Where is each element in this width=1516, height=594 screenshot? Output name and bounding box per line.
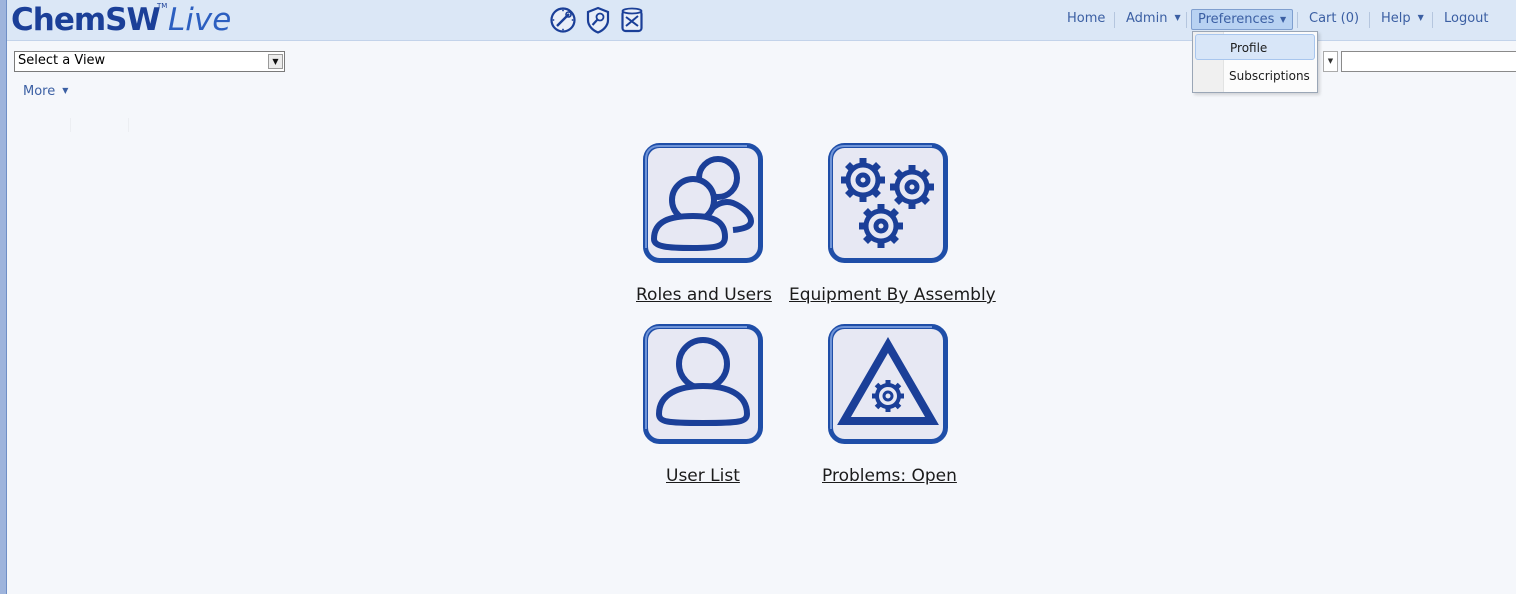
search-type-dropdown[interactable]: ▼ [1323,51,1338,72]
menu-item-profile-label: Profile [1230,41,1268,55]
nav-divider [1432,12,1433,28]
compass-wrench-icon[interactable] [550,6,576,34]
chevron-down-icon: ▼ [1417,13,1424,22]
menu-item-profile[interactable]: Profile [1195,34,1315,60]
logo-main-text: ChemSW [11,2,161,38]
container-tools-icon[interactable] [619,6,645,34]
shield-wrench-icon[interactable] [585,6,611,34]
roles-and-users-tile[interactable] [643,143,763,263]
menu-item-subscriptions-label: Subscriptions [1229,69,1310,83]
view-select[interactable]: Select a View ▼ [14,51,285,72]
user-list-tile[interactable] [643,324,763,444]
divider [128,118,129,132]
view-select-value: Select a View [18,53,106,68]
chevron-down-icon: ▼ [1327,57,1334,65]
nav-admin[interactable]: Admin ▼ [1126,11,1181,26]
warning-gear-icon [828,324,948,444]
user-list-link[interactable]: User List [666,466,740,486]
nav-help[interactable]: Help ▼ [1381,11,1424,26]
nav-divider [1369,12,1370,28]
nav-divider [1114,12,1115,28]
search-input[interactable] [1341,51,1516,72]
chevron-down-icon: ▼ [1280,15,1287,24]
users-group-icon [643,143,763,263]
preferences-menu: Profile Subscriptions [1192,31,1318,93]
more-menu[interactable]: More ▼ [23,84,68,99]
nav-divider [1297,12,1298,28]
nav-divider [1186,12,1187,28]
nav-cart[interactable]: Cart (0) [1309,11,1359,26]
problems-open-link[interactable]: Problems: Open [822,466,957,486]
nav-home[interactable]: Home [1067,11,1105,26]
user-icon [643,324,763,444]
equipment-by-assembly-link[interactable]: Equipment By Assembly [789,285,996,305]
gears-icon [828,143,948,263]
logo-trademark: TM [157,2,168,10]
nav-preferences-label: Preferences [1198,12,1275,27]
more-menu-label: More [23,84,56,99]
problems-open-tile[interactable] [828,324,948,444]
nav-logout[interactable]: Logout [1444,11,1489,26]
equipment-by-assembly-tile[interactable] [828,143,948,263]
logo-sub-text: Live [168,2,232,38]
chevron-down-icon: ▼ [62,86,69,95]
chevron-down-icon: ▼ [1174,13,1181,22]
divider [70,118,71,132]
left-border [0,0,7,594]
chevron-down-icon[interactable]: ▼ [268,54,283,69]
menu-item-subscriptions[interactable]: Subscriptions [1195,63,1315,89]
nav-admin-label: Admin [1126,11,1168,26]
nav-help-label: Help [1381,11,1411,26]
roles-and-users-link[interactable]: Roles and Users [636,285,772,305]
nav-preferences[interactable]: Preferences ▼ [1191,9,1293,30]
